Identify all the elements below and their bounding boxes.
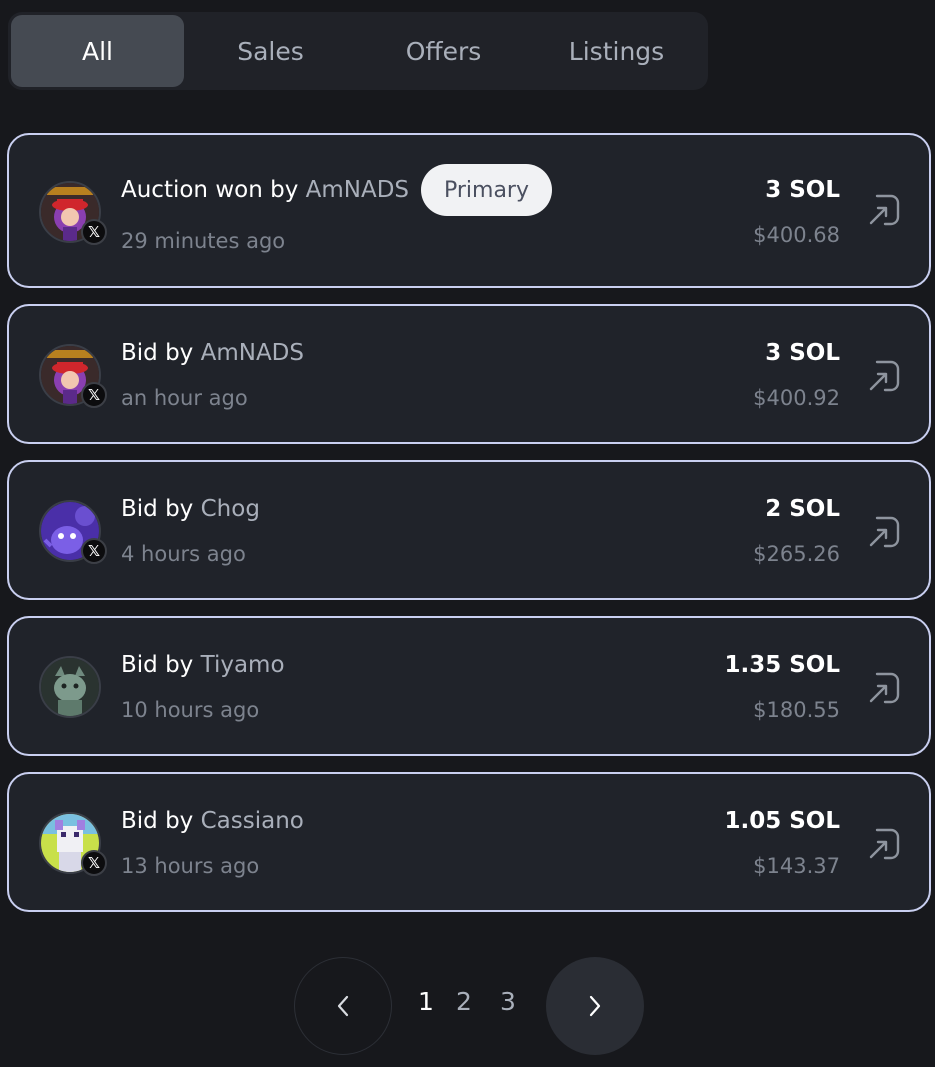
user-avatar: 𝕏 xyxy=(39,812,107,876)
user-avatar: 𝕏 xyxy=(39,500,107,564)
external-link-icon[interactable] xyxy=(867,359,901,393)
page-number-1[interactable]: 1 xyxy=(418,987,434,1016)
price-usd: $400.92 xyxy=(753,386,840,410)
next-page-button[interactable] xyxy=(546,957,644,1055)
page-number-2[interactable]: 2 xyxy=(456,987,472,1016)
cat-sketch-avatar xyxy=(41,658,99,716)
x-social-icon[interactable]: 𝕏 xyxy=(81,538,107,564)
page-number-3[interactable]: 3 xyxy=(500,987,516,1016)
price-usd: $400.68 xyxy=(753,223,840,247)
activity-card[interactable]: 𝕏 Bid by Chog 4 hours ago 2 SOL $265.26 xyxy=(7,460,931,600)
activity-title: Bid by Tiyamo xyxy=(121,652,285,678)
activity-action: Bid by xyxy=(121,340,194,366)
tab-all[interactable]: All xyxy=(11,15,184,87)
activity-action: Bid by xyxy=(121,652,194,678)
chevron-right-icon xyxy=(589,995,601,1017)
price-usd: $143.37 xyxy=(753,854,840,878)
price-sol: 3 SOL xyxy=(765,177,840,203)
primary-badge: Primary xyxy=(421,164,552,216)
activity-title: Bid by Chog xyxy=(121,496,260,522)
tab-offers[interactable]: Offers xyxy=(357,15,530,87)
external-link-icon[interactable] xyxy=(867,193,901,227)
prev-page-button[interactable] xyxy=(294,957,392,1055)
user-avatar: 𝕏 xyxy=(39,181,107,245)
activity-title: Auction won by AmNADS xyxy=(121,177,409,203)
external-link-icon[interactable] xyxy=(867,827,901,861)
chevron-left-icon xyxy=(337,995,349,1017)
activity-card[interactable]: 𝕏 Bid by AmNADS an hour ago 3 SOL $400.9… xyxy=(7,304,931,444)
activity-time: 4 hours ago xyxy=(121,542,246,566)
activity-username[interactable]: AmNADS xyxy=(306,177,409,203)
activity-username[interactable]: Cassiano xyxy=(201,808,304,834)
activity-time: an hour ago xyxy=(121,386,248,410)
activity-time: 10 hours ago xyxy=(121,698,260,722)
activity-card[interactable]: 𝕏 Auction won by AmNADS Primary 29 minut… xyxy=(7,133,931,288)
activity-action: Bid by xyxy=(121,496,194,522)
price-usd: $265.26 xyxy=(753,542,840,566)
activity-list: 𝕏 Auction won by AmNADS Primary 29 minut… xyxy=(7,133,931,928)
pagination: 1 2 3 xyxy=(294,957,646,1055)
activity-time: 29 minutes ago xyxy=(121,229,286,253)
price-usd: $180.55 xyxy=(753,698,840,722)
activity-filter-tabs: All Sales Offers Listings xyxy=(8,12,708,90)
user-avatar: 𝕏 xyxy=(39,344,107,408)
activity-card[interactable]: 𝕏 Bid by Cassiano 13 hours ago 1.05 SOL … xyxy=(7,772,931,912)
activity-action: Bid by xyxy=(121,808,194,834)
external-link-icon[interactable] xyxy=(867,515,901,549)
external-link-icon[interactable] xyxy=(867,671,901,705)
activity-title: Bid by Cassiano xyxy=(121,808,304,834)
price-sol: 1.35 SOL xyxy=(724,652,840,678)
user-avatar xyxy=(39,656,101,718)
x-social-icon[interactable]: 𝕏 xyxy=(81,219,107,245)
activity-time: 13 hours ago xyxy=(121,854,260,878)
activity-title: Bid by AmNADS xyxy=(121,340,304,366)
price-sol: 2 SOL xyxy=(765,496,840,522)
activity-username[interactable]: AmNADS xyxy=(201,340,304,366)
price-sol: 1.05 SOL xyxy=(724,808,840,834)
activity-username[interactable]: Chog xyxy=(201,496,260,522)
activity-username[interactable]: Tiyamo xyxy=(201,652,285,678)
price-sol: 3 SOL xyxy=(765,340,840,366)
tab-sales[interactable]: Sales xyxy=(184,15,357,87)
activity-action: Auction won by xyxy=(121,177,299,203)
x-social-icon[interactable]: 𝕏 xyxy=(81,850,107,876)
activity-card[interactable]: Bid by Tiyamo 10 hours ago 1.35 SOL $180… xyxy=(7,616,931,756)
tab-listings[interactable]: Listings xyxy=(530,15,703,87)
x-social-icon[interactable]: 𝕏 xyxy=(81,382,107,408)
